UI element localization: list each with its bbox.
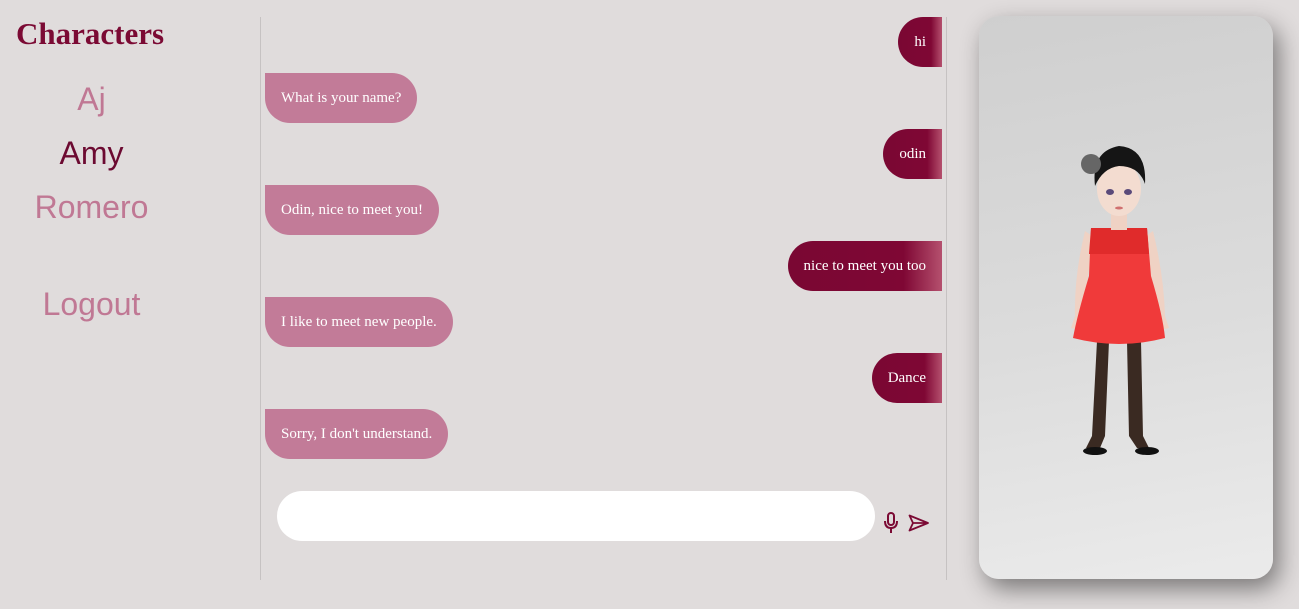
user-message: nice to meet you too — [787, 241, 942, 291]
bot-message: Odin, nice to meet you! — [265, 185, 440, 235]
bot-message: Sorry, I don't understand. — [265, 409, 449, 459]
user-message: odin — [883, 129, 942, 179]
character-sidebar: Characters Aj Amy Romero Logout — [0, 0, 260, 609]
message-row: Odin, nice to meet you! — [265, 185, 942, 235]
bot-message: What is your name? — [265, 73, 418, 123]
user-message: hi — [898, 17, 942, 67]
bot-message: I like to meet new people. — [265, 297, 453, 347]
right-divider — [946, 17, 947, 580]
chat-panel: hi What is your name? odin Odin, nice to… — [261, 0, 946, 609]
message-row: hi — [265, 17, 942, 67]
message-row: nice to meet you too — [265, 241, 942, 291]
character-item-aj[interactable]: Aj — [0, 72, 183, 126]
microphone-icon[interactable] — [882, 512, 900, 539]
character-item-romero[interactable]: Romero — [0, 180, 183, 234]
message-input[interactable] — [277, 491, 875, 541]
character-list: Aj Amy Romero — [0, 72, 183, 234]
message-row: Dance — [265, 353, 942, 403]
user-message: Dance — [871, 353, 942, 403]
character-avatar-image — [1071, 146, 1169, 455]
message-row: Sorry, I don't understand. — [265, 409, 942, 459]
sidebar-title: Characters — [16, 16, 165, 51]
message-row: odin — [265, 129, 942, 179]
character-item-amy[interactable]: Amy — [0, 126, 183, 180]
message-row: I like to meet new people. — [265, 297, 942, 347]
send-icon[interactable] — [908, 514, 930, 537]
message-list: hi What is your name? odin Odin, nice to… — [265, 17, 942, 465]
avatar-viewport[interactable] — [979, 16, 1273, 579]
logout-link[interactable]: Logout — [0, 280, 183, 328]
message-row: What is your name? — [265, 73, 942, 123]
app-root: Characters Aj Amy Romero Logout hi What … — [0, 0, 1299, 609]
